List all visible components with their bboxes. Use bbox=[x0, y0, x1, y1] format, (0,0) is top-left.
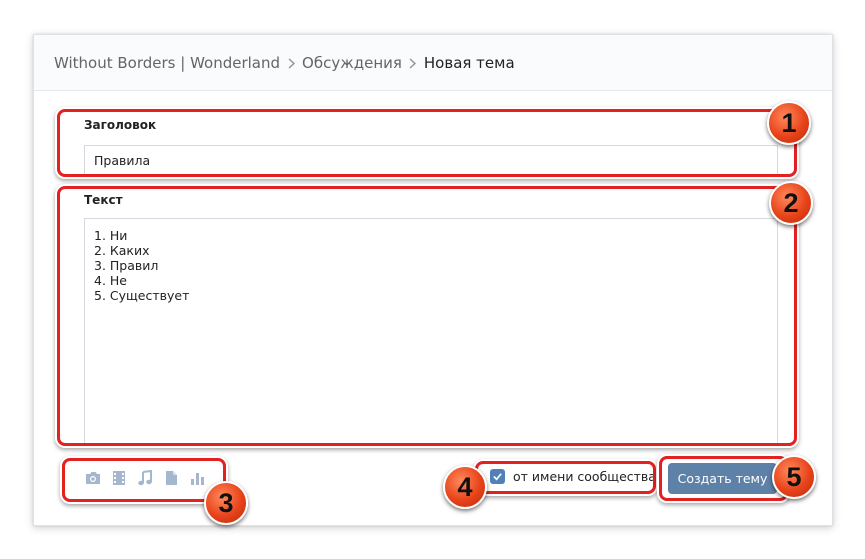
annotation-badge-3: 3 bbox=[204, 481, 248, 525]
community-checkbox-label: от имени сообщества bbox=[513, 469, 656, 484]
chevron-right-icon bbox=[402, 54, 424, 72]
text-line: 3. Правил bbox=[94, 258, 159, 273]
document-icon[interactable] bbox=[162, 470, 180, 486]
annotation-badge-5: 5 bbox=[772, 455, 816, 499]
breadcrumb-discussions-link[interactable]: Обсуждения bbox=[302, 54, 402, 72]
chevron-right-icon bbox=[280, 54, 302, 72]
video-icon[interactable] bbox=[110, 470, 128, 486]
text-textarea[interactable]: 1. Ни 2. Каких 3. Правил 4. Не 5. Сущест… bbox=[84, 218, 778, 444]
breadcrumb-current: Новая тема bbox=[423, 53, 515, 72]
text-line: 2. Каких bbox=[94, 243, 150, 258]
breadcrumb-group-link[interactable]: Without Borders | Wonderland bbox=[54, 54, 280, 72]
annotation-badge-2: 2 bbox=[769, 181, 813, 225]
music-note-icon[interactable] bbox=[136, 469, 154, 486]
camera-icon[interactable] bbox=[84, 470, 102, 486]
title-input[interactable]: Правила bbox=[84, 145, 778, 176]
text-line: 5. Существует bbox=[94, 288, 190, 303]
community-checkbox[interactable]: от имени сообщества bbox=[490, 469, 656, 484]
checkmark-icon[interactable] bbox=[490, 469, 505, 484]
breadcrumb: Without Borders | Wonderland Обсуждения … bbox=[34, 35, 832, 91]
text-line: 1. Ни bbox=[94, 228, 128, 243]
text-line: 4. Не bbox=[94, 273, 127, 288]
poll-icon[interactable] bbox=[188, 470, 206, 486]
attachment-toolbar bbox=[84, 469, 206, 486]
text-label: Текст bbox=[84, 193, 123, 207]
annotation-badge-4: 4 bbox=[443, 465, 487, 509]
create-topic-button[interactable]: Создать тему bbox=[668, 463, 777, 494]
annotation-badge-1: 1 bbox=[767, 101, 811, 145]
title-label: Заголовок bbox=[84, 118, 157, 132]
title-input-value: Правила bbox=[94, 153, 151, 168]
